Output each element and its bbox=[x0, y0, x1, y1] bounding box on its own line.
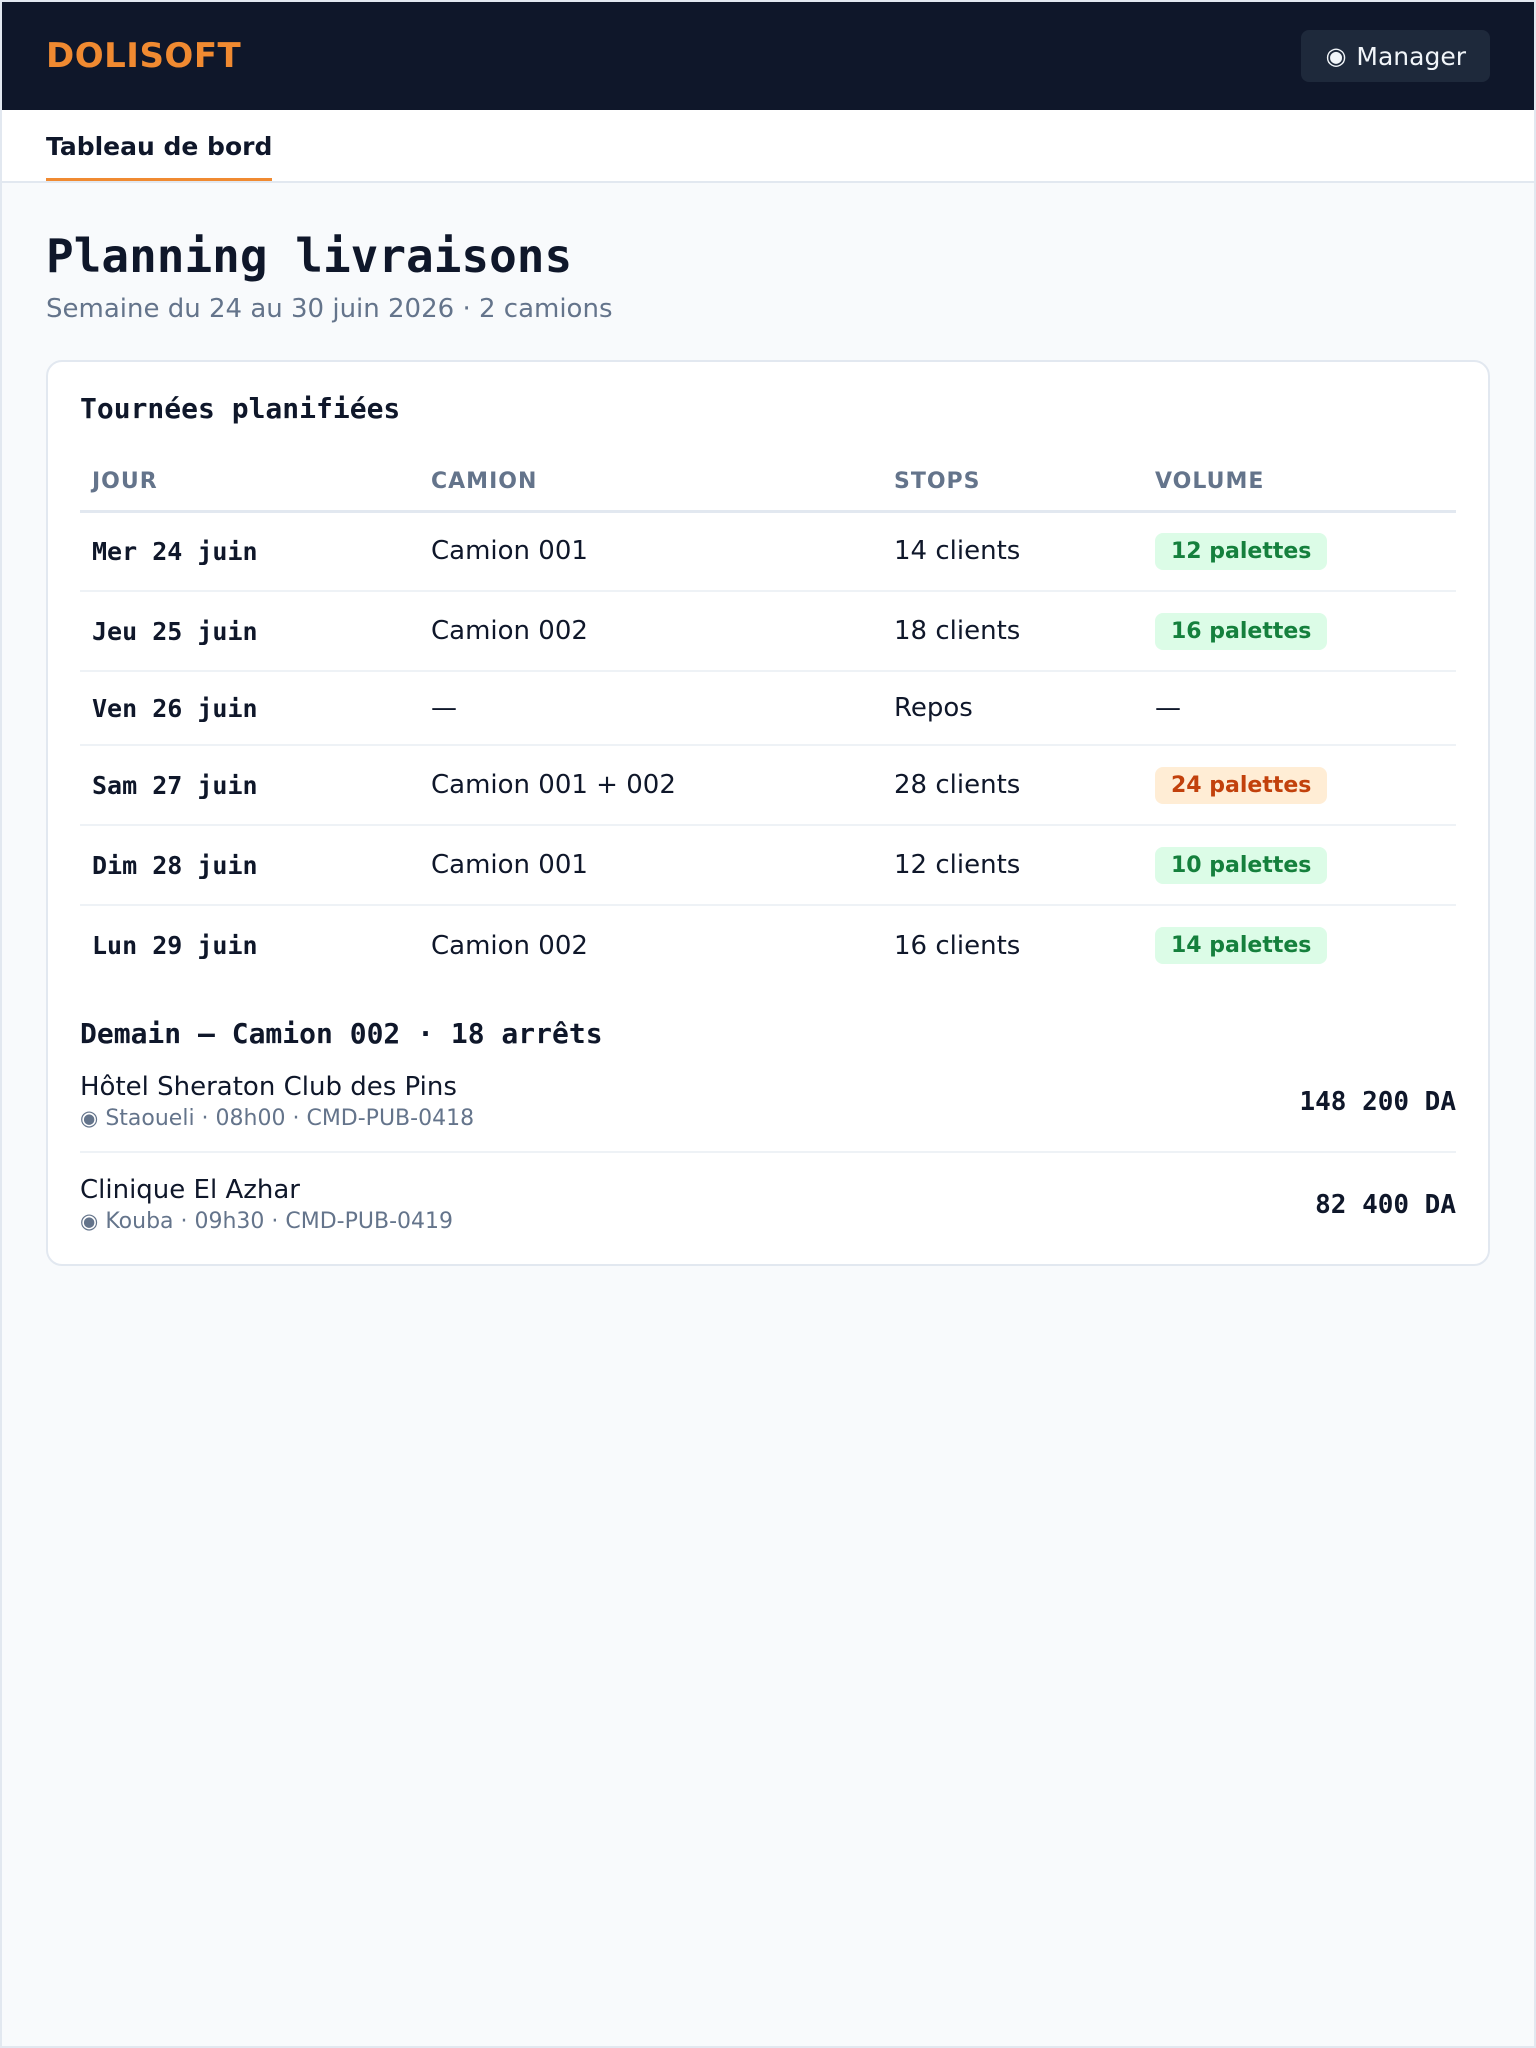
row-truck: Camion 002 bbox=[431, 930, 588, 961]
row-day: Jeu 25 juin bbox=[80, 591, 419, 673]
delivery-meta-text: Staoueli · 08h00 · CMD-PUB-0418 bbox=[105, 1106, 475, 1132]
row-volume: 10 palettes bbox=[1143, 825, 1456, 907]
tab-tableau-de-bord[interactable]: Tableau de bord bbox=[46, 110, 273, 181]
row-stops: Repos bbox=[882, 671, 1143, 747]
main-nav: Tableau de bord bbox=[2, 110, 1534, 183]
row-stops: 14 clients bbox=[882, 511, 1143, 593]
table-header-row: JOUR CAMION STOPS VOLUME bbox=[80, 453, 1456, 513]
delivery-item[interactable]: Hôtel Sheraton Club des Pins ◉ Staoueli … bbox=[80, 1050, 1456, 1154]
volume-badge: 16 palettes bbox=[1155, 612, 1328, 650]
delivery-amount: 82 400 DA bbox=[1315, 1189, 1456, 1220]
user-icon: ◉ bbox=[1325, 42, 1347, 70]
row-stops: 12 clients bbox=[882, 825, 1143, 907]
page-title: Planning livraisons bbox=[46, 229, 573, 283]
row-stops: 28 clients bbox=[882, 745, 1143, 827]
delivery-amount: 148 200 DA bbox=[1299, 1086, 1456, 1117]
delivery-meta: ◉ Staoueli · 08h00 · CMD-PUB-0418 bbox=[80, 1106, 474, 1131]
table-row[interactable]: Sam 27 juin Camion 001 + 002 28 clients … bbox=[80, 745, 1456, 827]
delivery-client-name: Clinique El Azhar bbox=[80, 1175, 300, 1206]
tomorrow-section-title: Demain — Camion 002 · 18 arrêts bbox=[80, 1017, 603, 1051]
column-header-truck[interactable]: CAMION bbox=[419, 453, 882, 513]
delivery-info: Clinique El Azhar ◉ Kouba · 09h30 · CMD-… bbox=[80, 1175, 453, 1234]
user-menu-button[interactable]: ◉ Manager bbox=[1301, 30, 1490, 82]
row-truck: Camion 001 + 002 bbox=[419, 745, 882, 827]
row-stops: 18 clients bbox=[882, 591, 1143, 673]
delivery-item[interactable]: Clinique El Azhar ◉ Kouba · 09h30 · CMD-… bbox=[80, 1153, 1456, 1234]
row-day: Lun 29 juin bbox=[92, 931, 258, 961]
row-truck: — bbox=[419, 671, 882, 747]
page-subtitle: Semaine du 24 au 30 juin 2026 · 2 camion… bbox=[46, 294, 613, 325]
row-truck: Camion 001 bbox=[419, 825, 882, 907]
row-volume: 14 palettes bbox=[1143, 905, 1456, 985]
user-menu-label: Manager bbox=[1356, 41, 1466, 71]
location-pin-icon: ◉ bbox=[80, 1209, 99, 1234]
table-row[interactable]: Lun 29 juin Camion 002 16 clients 14 pal… bbox=[80, 905, 1456, 985]
row-volume: 12 palettes bbox=[1143, 511, 1456, 593]
volume-badge: 10 palettes bbox=[1155, 846, 1328, 884]
table-row[interactable]: Ven 26 juin — Repos — bbox=[80, 671, 1456, 747]
row-volume: 24 palettes bbox=[1143, 745, 1456, 827]
delivery-meta: ◉ Kouba · 09h30 · CMD-PUB-0419 bbox=[80, 1209, 453, 1234]
column-header-stops[interactable]: STOPS bbox=[882, 453, 1143, 513]
delivery-info: Hôtel Sheraton Club des Pins ◉ Staoueli … bbox=[80, 1072, 474, 1131]
row-volume: — bbox=[1143, 671, 1456, 747]
table-row[interactable]: Dim 28 juin Camion 001 12 clients 10 pal… bbox=[80, 825, 1456, 907]
app-frame: DOLISOFT ◉ Manager Tableau de bord Plann… bbox=[0, 0, 1536, 2048]
row-day: Ven 26 juin bbox=[80, 671, 419, 747]
tours-card-title: Tournées planifiées bbox=[80, 392, 401, 426]
volume-badge: 24 palettes bbox=[1155, 766, 1328, 804]
row-volume: 16 palettes bbox=[1143, 591, 1456, 673]
row-truck: Camion 002 bbox=[419, 591, 882, 673]
delivery-client-name: Hôtel Sheraton Club des Pins bbox=[80, 1072, 457, 1103]
row-day: Mer 24 juin bbox=[80, 511, 419, 593]
delivery-meta-text: Kouba · 09h30 · CMD-PUB-0419 bbox=[105, 1209, 454, 1235]
column-header-volume[interactable]: VOLUME bbox=[1143, 453, 1456, 513]
location-pin-icon: ◉ bbox=[80, 1106, 99, 1131]
row-stops: 16 clients bbox=[894, 930, 1021, 961]
table-row[interactable]: Mer 24 juin Camion 001 14 clients 12 pal… bbox=[80, 511, 1456, 593]
row-truck: Camion 001 bbox=[419, 511, 882, 593]
table-row[interactable]: Jeu 25 juin Camion 002 18 clients 16 pal… bbox=[80, 591, 1456, 673]
tours-card: Tournées planifiées JOUR CAMION STOPS VO… bbox=[46, 360, 1490, 1267]
row-day: Dim 28 juin bbox=[80, 825, 419, 907]
page-header: Planning livraisons Semaine du 24 au 30 … bbox=[2, 183, 1534, 324]
volume-badge: 14 palettes bbox=[1155, 927, 1328, 965]
delivery-list: Hôtel Sheraton Club des Pins ◉ Staoueli … bbox=[80, 1050, 1456, 1234]
column-header-day[interactable]: JOUR bbox=[80, 453, 419, 513]
volume-badge: 12 palettes bbox=[1155, 532, 1328, 570]
top-header: DOLISOFT ◉ Manager bbox=[2, 2, 1534, 110]
brand-logo[interactable]: DOLISOFT bbox=[46, 36, 241, 76]
tours-table: JOUR CAMION STOPS VOLUME Mer 24 juin Cam… bbox=[80, 453, 1456, 985]
row-day: Sam 27 juin bbox=[80, 745, 419, 827]
